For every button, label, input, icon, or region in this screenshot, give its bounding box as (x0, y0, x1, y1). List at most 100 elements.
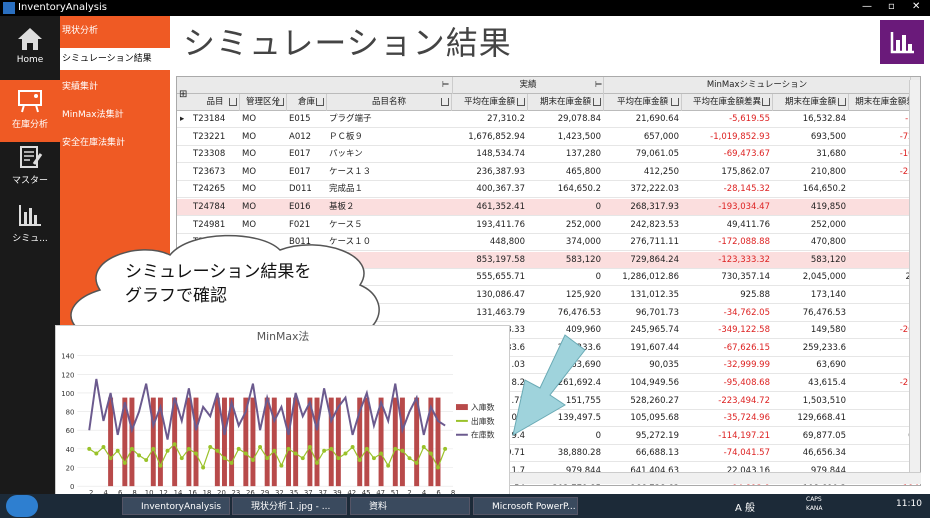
column-header-4[interactable]: 平均在庫金額 (452, 94, 528, 111)
bar-inbound (286, 397, 292, 487)
table-cell: 1,286,012.86 (622, 272, 679, 283)
table-cell: 148,534.74 (476, 149, 525, 160)
logo-chart-icon (890, 32, 914, 54)
table-row[interactable]: T24784 MO E016 基板２ 461,352.41 0 268,317.93 -193… (177, 199, 920, 216)
filter-icon[interactable] (229, 98, 237, 106)
table-cell: 1,676,852.94 (468, 131, 525, 142)
point-outbound (101, 445, 106, 449)
table-row[interactable]: T23673 MO E017 ケース１３ 236,387.93 465,800 412,25… (177, 164, 920, 181)
table-row[interactable]: T23308 MO E017 パッキン 148,534.74 137,280 79,061.… (177, 146, 920, 164)
edit-document-icon (20, 146, 43, 168)
table-cell: 173,140 (810, 290, 846, 300)
column-header-5[interactable]: 期末在庫金額 (528, 94, 604, 111)
filter-icon[interactable] (593, 98, 601, 106)
table-row[interactable]: T23221 MO A012 ＰＣ板９ 1,676,852.94 1,423,500 657… (177, 129, 920, 146)
app-logo (880, 20, 924, 64)
submenu-safety-stock-summary[interactable]: 安全在庫法集計 (60, 132, 170, 154)
bar-inbound (108, 397, 114, 487)
table-cell: 555,655.71 (476, 272, 525, 283)
submenu-simulation-result[interactable]: シミュレーション結果 (60, 48, 170, 70)
filter-icon[interactable] (441, 98, 449, 106)
vertical-scrollbar[interactable] (909, 80, 920, 472)
nav-master[interactable]: マスター (0, 136, 60, 198)
point-outbound (279, 463, 284, 468)
table-cell: 448,800 (489, 237, 525, 248)
table-cell: MO (242, 131, 257, 142)
table-cell: E015 (289, 114, 311, 124)
table-cell: 193,411.76 (476, 219, 525, 230)
horizontal-scrollbar[interactable] (508, 472, 921, 484)
pin-icon-2[interactable]: ⊨ (595, 80, 602, 90)
y-tick-label: 100 (61, 390, 74, 398)
table-cell: 276,711.11 (630, 237, 679, 248)
ime-indicator[interactable]: A 般 (735, 499, 755, 514)
column-header-6[interactable]: 平均在庫金額 (604, 94, 682, 111)
bar-chart-icon (19, 205, 41, 226)
table-cell: -35,724.96 (723, 413, 770, 424)
grid-settings-icon[interactable]: ⊞ (179, 89, 187, 100)
start-button[interactable] (6, 495, 38, 517)
table-row[interactable]: T24265 MO D011 完成品１ 400,367.37 164,650.2 372,2… (177, 181, 920, 199)
table-cell: 69,877.05 (802, 430, 846, 441)
column-header-8[interactable]: 期末在庫金額 (773, 94, 849, 111)
nav-inventory-analysis[interactable]: 在庫分析 (0, 80, 60, 142)
table-cell: -193,034.47 (718, 202, 770, 212)
table-cell: MO (242, 202, 257, 212)
filter-icon[interactable] (517, 98, 525, 106)
point-outbound (364, 446, 369, 451)
submenu-minmax-summary[interactable]: MinMax法集計 (60, 104, 170, 126)
point-outbound (201, 465, 206, 470)
y-tick-label: 20 (66, 464, 75, 472)
taskbar-button-inventory[interactable]: InventoryAnalysis (122, 497, 230, 515)
page-title: シミュレーション結果 (183, 24, 512, 62)
close-button[interactable]: ✕ (912, 1, 920, 12)
column-header-3[interactable]: 品目名称 (327, 94, 452, 111)
point-outbound (158, 463, 163, 468)
filter-icon[interactable] (838, 98, 846, 106)
bar-inbound (271, 397, 277, 487)
minimize-button[interactable]: — (862, 1, 872, 12)
filter-icon[interactable] (316, 98, 324, 106)
table-cell: -123,333.32 (718, 254, 770, 265)
point-outbound (215, 448, 220, 453)
bar-inbound (186, 397, 192, 487)
table-cell: 76,476.53 (802, 307, 846, 318)
pin-icon[interactable]: ⊨ (442, 80, 449, 90)
submenu-actual-summary[interactable]: 実績集計 (60, 76, 170, 98)
table-cell: 0 (595, 202, 601, 212)
table-cell: -1,019,852.93 (710, 131, 770, 142)
table-cell: E017 (289, 149, 311, 160)
point-outbound (386, 463, 391, 468)
column-header-2[interactable]: 倉庫 (287, 94, 327, 111)
caps-indicator: CAPS (806, 496, 822, 503)
bar-inbound (314, 397, 320, 487)
point-outbound (343, 451, 348, 456)
taskbar-button-folder[interactable]: 資料 (350, 497, 470, 515)
restore-button[interactable]: ▫ (888, 1, 895, 12)
point-outbound (371, 456, 376, 461)
filter-icon[interactable] (276, 98, 284, 106)
table-cell: 412,250 (643, 166, 679, 177)
presentation-icon (18, 90, 42, 113)
column-header-1[interactable]: 管理区分 (240, 94, 287, 111)
point-outbound (137, 453, 142, 458)
table-cell: A012 (289, 131, 312, 142)
point-outbound (400, 448, 405, 453)
column-header-7[interactable]: 平均在庫金額差異 (682, 94, 773, 111)
submenu-current-analysis[interactable]: 現状分析 (60, 20, 170, 42)
point-outbound (172, 442, 177, 447)
filter-icon[interactable] (671, 98, 679, 106)
nav-home[interactable]: Home (0, 18, 60, 80)
table-cell: 853,197.58 (476, 254, 525, 265)
column-header-0[interactable]: 品目 (191, 94, 240, 111)
table-cell: 236,387.93 (476, 166, 525, 177)
taskbar-button-image[interactable]: 現状分析１.jpg - ... (232, 497, 347, 515)
taskbar-button-powerpoint[interactable]: Microsoft PowerP... (473, 497, 578, 515)
table-cell: 259,233.6 (802, 342, 846, 353)
point-outbound (129, 446, 134, 451)
bar-inbound (214, 397, 220, 487)
nav-home-label: Home (16, 55, 44, 65)
table-row[interactable]: ▸ T23184 MO E015 プラグ端子 27,310.2 29,078.84 21,69… (177, 111, 920, 128)
point-outbound (443, 446, 448, 451)
filter-icon[interactable] (762, 98, 770, 106)
